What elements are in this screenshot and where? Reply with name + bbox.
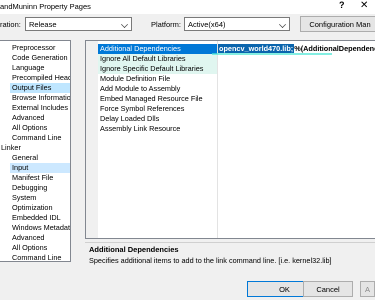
- chevron-down-icon: [279, 21, 286, 28]
- selected-value-highlight: opencv_world470.lib;: [218, 44, 295, 53]
- configuration-value: Release: [29, 20, 57, 29]
- tree-item-system[interactable]: System: [12, 193, 36, 203]
- chevron-down-icon: [121, 21, 128, 28]
- tree-item-input[interactable]: Input: [10, 163, 70, 173]
- property-grid: Additional Dependencies Ignore All Defau…: [85, 40, 375, 239]
- tree-item-preprocessor[interactable]: Preprocessor: [12, 43, 55, 53]
- tree-item-linker-all-options[interactable]: All Options: [12, 243, 47, 253]
- configuration-label: ration:: [0, 20, 21, 29]
- tree-item-linker-advanced[interactable]: Advanced: [12, 233, 44, 243]
- configuration-select[interactable]: Release: [25, 17, 132, 31]
- tree-item-debugging[interactable]: Debugging: [12, 183, 47, 193]
- tree-item-all-options[interactable]: All Options: [12, 123, 47, 133]
- description-panel: Additional Dependencies Specifies additi…: [85, 242, 375, 267]
- tree-item-precompiled-headers[interactable]: Precompiled Heade: [12, 73, 70, 83]
- tree-item-linker-command-line[interactable]: Command Line: [12, 253, 61, 261]
- property-name: Delay Loaded Dlls: [100, 114, 160, 123]
- window-title: andMuninn Property Pages: [0, 2, 91, 11]
- property-name: Assembly Link Resource: [100, 124, 181, 133]
- property-name: Module Definition File: [100, 74, 171, 83]
- cancel-button[interactable]: Cancel: [303, 281, 353, 297]
- property-name: Additional Dependencies: [100, 44, 181, 53]
- property-tree: Preprocessor Code Generation Language Pr…: [0, 40, 71, 262]
- tree-item-optimization[interactable]: Optimization: [12, 203, 53, 213]
- description-text: Specifies additional items to add to the…: [89, 256, 332, 265]
- tree-item-external-includes[interactable]: External Includes: [12, 103, 68, 113]
- tree-item-advanced[interactable]: Advanced: [12, 113, 44, 123]
- property-row-ignore-specific-default-libraries[interactable]: Ignore Specific Default Libraries: [98, 64, 217, 74]
- tree-item-command-line[interactable]: Command Line: [12, 133, 61, 143]
- property-name: Force Symbol References: [100, 104, 185, 113]
- apply-button[interactable]: A: [360, 281, 375, 297]
- selected-value-rest: %(AdditionalDependencies): [294, 44, 375, 53]
- tree-item-general[interactable]: General: [12, 153, 38, 163]
- tree-item-output-files[interactable]: Output Files: [10, 83, 70, 93]
- platform-select[interactable]: Active(x64): [184, 17, 290, 31]
- property-name: Add Module to Assembly: [100, 84, 181, 93]
- property-row-ignore-all-default-libraries[interactable]: Ignore All Default Libraries: [98, 54, 217, 64]
- property-name: Embed Managed Resource File: [100, 94, 203, 103]
- platform-label: Platform:: [151, 20, 182, 29]
- grid-gutter: [86, 41, 98, 238]
- tree-item-language[interactable]: Language: [12, 63, 44, 73]
- selection-highlight-marker: [212, 53, 332, 55]
- property-row-additional-dependencies[interactable]: Additional Dependencies: [98, 44, 217, 54]
- platform-value: Active(x64): [188, 20, 226, 29]
- description-title: Additional Dependencies: [89, 245, 179, 254]
- tree-item-windows-metadata[interactable]: Windows Metadata: [12, 223, 70, 233]
- tree-item-code-generation[interactable]: Code Generation: [12, 53, 68, 63]
- column-separator: [217, 41, 218, 238]
- tree-item-linker[interactable]: Linker: [1, 143, 21, 153]
- close-icon[interactable]: ✕: [360, 0, 368, 11]
- tree-item-browse-information[interactable]: Browse Information: [12, 93, 70, 103]
- property-name: Ignore Specific Default Libraries: [100, 64, 204, 73]
- help-button[interactable]: ?: [339, 0, 345, 10]
- configuration-manager-button[interactable]: Configuration Man: [300, 16, 375, 32]
- title-bar: andMuninn Property Pages ? ✕: [0, 0, 375, 14]
- tree-item-embedded-idl[interactable]: Embedded IDL: [12, 213, 61, 223]
- tree-item-manifest-file[interactable]: Manifest File: [12, 173, 53, 183]
- property-name: Ignore All Default Libraries: [100, 54, 186, 63]
